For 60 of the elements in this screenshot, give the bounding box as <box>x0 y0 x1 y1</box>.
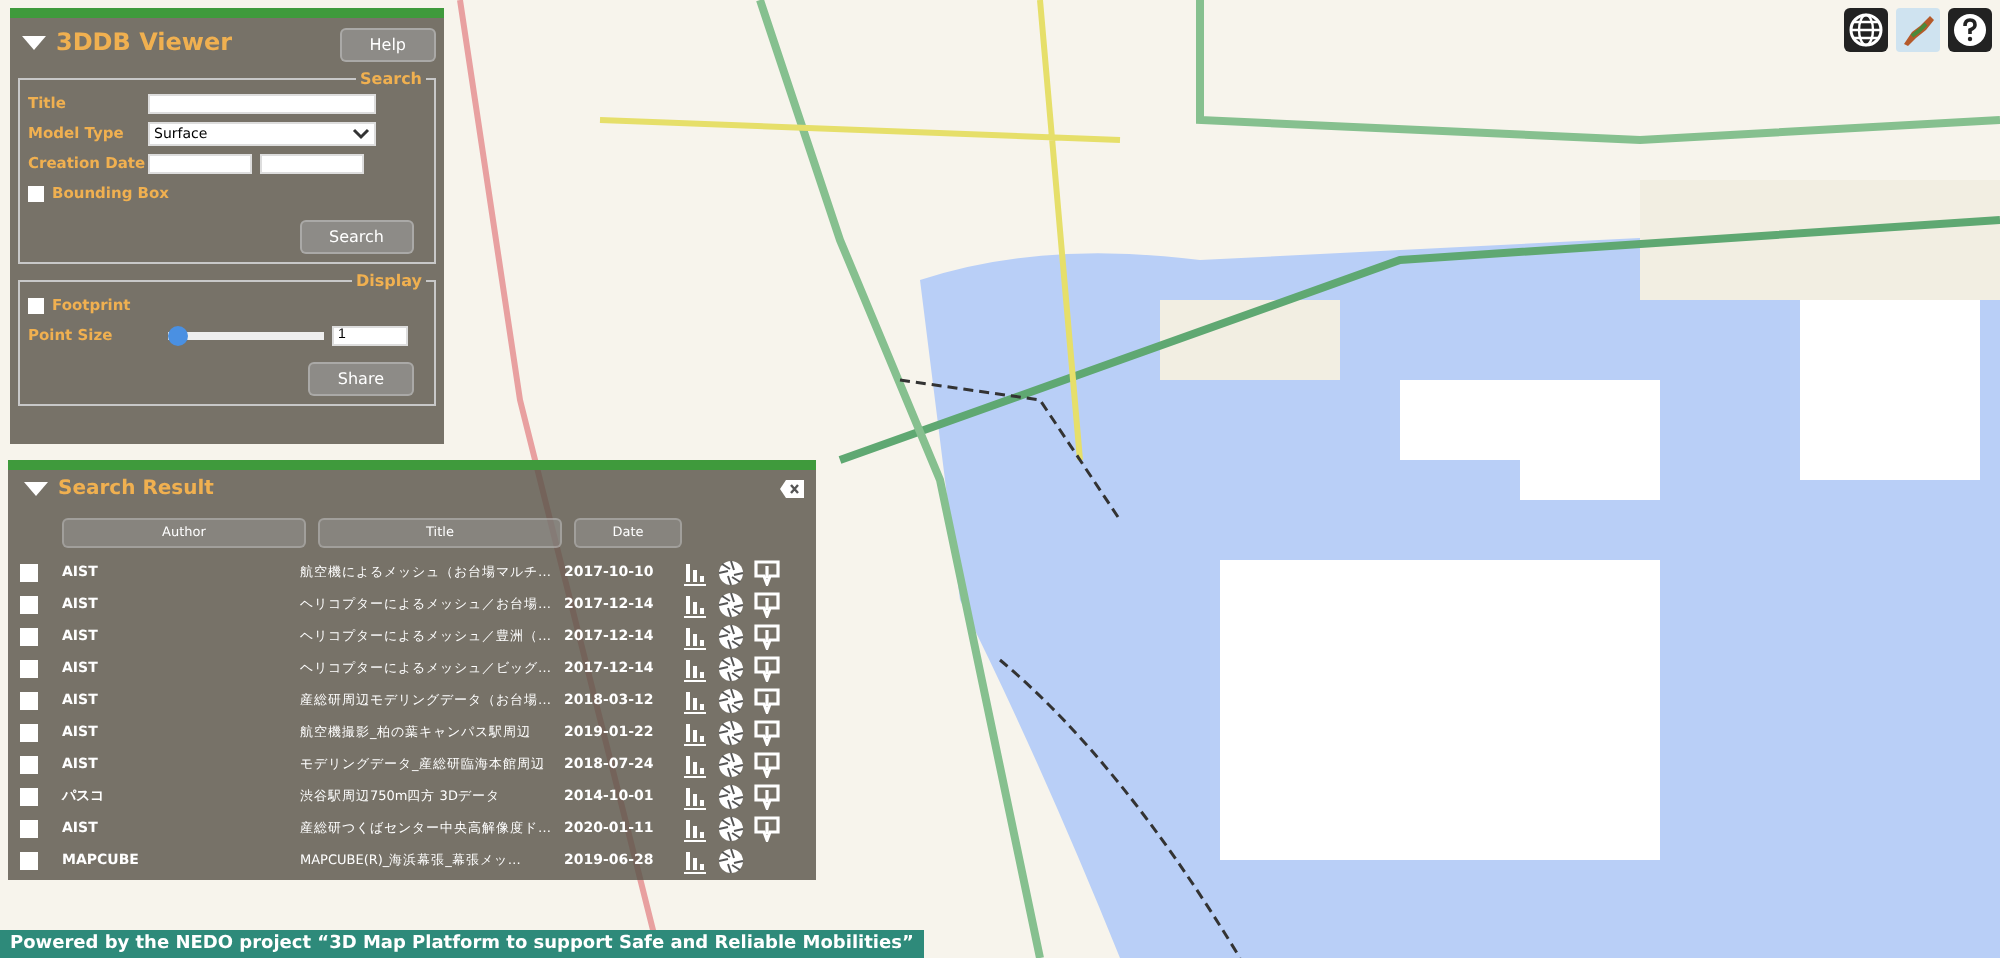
aperture-icon[interactable] <box>718 815 744 841</box>
section-legend: Display <box>352 272 426 290</box>
download-icon[interactable] <box>754 591 780 617</box>
download-icon[interactable] <box>754 559 780 585</box>
aperture-icon[interactable] <box>718 559 744 585</box>
bar-chart-icon[interactable] <box>682 783 708 809</box>
chevron-down-icon <box>352 127 370 139</box>
download-icon[interactable] <box>754 751 780 777</box>
search-button[interactable]: Search <box>299 220 414 254</box>
bar-chart-icon[interactable] <box>682 623 708 649</box>
bar-chart-icon[interactable] <box>682 591 708 617</box>
slider-thumb[interactable] <box>168 325 188 345</box>
checkbox[interactable] <box>28 297 44 313</box>
panel-title: Search Result <box>58 477 216 499</box>
aperture-icon[interactable] <box>718 719 744 745</box>
end-date-field[interactable] <box>260 153 364 173</box>
terrain-map-icon[interactable] <box>1896 8 1940 52</box>
checkbox[interactable] <box>20 819 38 837</box>
download-icon[interactable] <box>754 623 780 649</box>
aperture-icon[interactable] <box>718 847 744 873</box>
checkbox[interactable] <box>20 563 38 581</box>
checkbox[interactable] <box>20 659 38 677</box>
download-icon[interactable] <box>754 655 780 681</box>
checkbox[interactable] <box>20 595 38 613</box>
title-field[interactable] <box>148 93 376 113</box>
checkbox[interactable] <box>20 787 38 805</box>
checkbox[interactable] <box>20 723 38 741</box>
bar-chart-icon[interactable] <box>682 719 708 745</box>
aperture-icon[interactable] <box>718 687 744 713</box>
help-button[interactable]: Help <box>339 27 436 61</box>
help-icon[interactable] <box>1948 8 1992 52</box>
bar-chart-icon[interactable] <box>682 559 708 585</box>
footer-credit: Powered by the NEDO project “3D Map Platform to support Safe and Reliable Mobilities” <box>0 930 924 958</box>
globe-icon[interactable] <box>1844 8 1888 52</box>
aperture-icon[interactable] <box>718 623 744 649</box>
start-date-field[interactable] <box>148 153 252 173</box>
clear-icon[interactable] <box>780 479 804 497</box>
panel-title: 3DDB Viewer <box>56 28 235 56</box>
bar-chart-icon[interactable] <box>682 655 708 681</box>
download-icon[interactable] <box>754 783 780 809</box>
download-icon[interactable] <box>754 687 780 713</box>
collapse-triangle-icon[interactable] <box>24 481 48 495</box>
checkbox[interactable] <box>20 851 38 869</box>
bar-chart-icon[interactable] <box>682 687 708 713</box>
aperture-icon[interactable] <box>718 591 744 617</box>
section-legend: Search <box>356 70 426 88</box>
aperture-icon[interactable] <box>718 783 744 809</box>
bar-chart-icon[interactable] <box>682 751 708 777</box>
download-icon[interactable] <box>754 719 780 745</box>
aperture-icon[interactable] <box>718 655 744 681</box>
checkbox[interactable] <box>20 627 38 645</box>
bar-chart-icon[interactable] <box>682 815 708 841</box>
aperture-icon[interactable] <box>718 751 744 777</box>
collapse-triangle-icon[interactable] <box>22 35 46 49</box>
checkbox[interactable] <box>20 691 38 709</box>
bar-chart-icon[interactable] <box>682 847 708 873</box>
checkbox[interactable] <box>28 185 44 201</box>
download-icon[interactable] <box>754 815 780 841</box>
checkbox[interactable] <box>20 755 38 773</box>
share-button[interactable]: Share <box>307 362 414 396</box>
